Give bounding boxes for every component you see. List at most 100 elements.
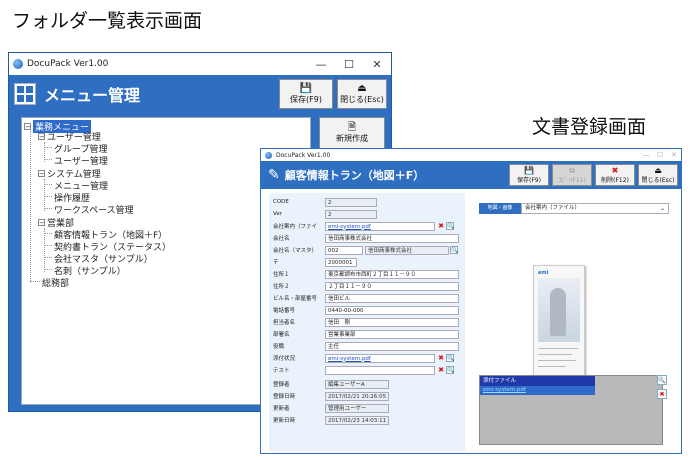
preview-select[interactable]: 会社案内（ファイル） ⌄ [521,203,669,214]
window-title-text: DocuPack Ver1.00 [27,59,109,69]
close-window-button[interactable]: ✕ [667,151,681,159]
zip-row: 〒 2000001 [269,257,357,267]
creator-field: 編集ユーザーA [325,379,389,389]
document-preview: emi [533,265,585,379]
department-field[interactable]: 営業事業部 [325,329,459,339]
edit-pen-icon: ✎ [268,167,280,183]
ver-field: 2 [325,209,377,219]
close-door-icon: ⏏ [654,166,662,175]
person-field[interactable]: 信田 剛 [325,317,459,327]
company-file-link[interactable]: emi-system.pdf [325,221,435,231]
copy-icon: ⧉ [569,166,575,175]
tree-node-general-affairs[interactable]: 総務部 [42,276,69,289]
collapse-icon[interactable]: − [38,170,45,178]
new-create-button[interactable]: 🗎 新規作成 [319,117,385,149]
clear-icon[interactable]: ✖ [437,354,445,362]
copy-button[interactable]: ⧉ ｺﾋﾟｰ(F11) [552,164,592,186]
close-window-button[interactable]: ✕ [363,58,391,71]
company-master-name-field: 信田商事株式会社 [365,245,449,255]
app-icon [13,59,23,69]
save-button[interactable]: 💾 保存(F9) [509,164,549,186]
phone-field[interactable]: 0440-00-000 [325,305,459,315]
customer-form: CODE 2 Ver 2 会社案内（ファイ emi-system.pdf ✖ 🔍… [269,193,465,451]
building-field[interactable]: 信田ビル [325,293,459,303]
app-icon [265,151,272,159]
folder-view-caption: フォルダ一覧表示画面 [12,10,203,32]
position-row: 役職 主任 [269,341,459,351]
company-master-row: 会社名（マスタ） 002 信田商事株式会社 🔍 [273,245,459,255]
search-icon[interactable]: 🔍 [446,354,454,362]
close-button-label: 閉じる(Esc) [340,95,384,104]
search-icon[interactable]: 🔍 [446,222,454,230]
new-create-label: 新規作成 [336,134,368,143]
search-icon[interactable]: 🔍 [446,366,454,374]
code-field: 2 [325,197,377,207]
tree-node-workspace-mgmt[interactable]: ワークスペース管理 [54,203,134,216]
updater-row: 更新者 管理用ユーザー [269,403,389,413]
collapse-icon[interactable]: − [38,133,45,141]
maximize-button[interactable]: ☐ [653,151,667,159]
department-row: 部署名 営業事業部 [269,329,459,339]
company-master-code-field[interactable]: 002 [325,245,363,255]
clear-icon[interactable]: ✖ [437,366,445,374]
zip-field[interactable]: 2000001 [325,257,357,267]
address2-field[interactable]: ２丁目１１－９０ [325,281,459,291]
clear-icon[interactable]: ✖ [437,222,445,230]
created-row: 登録日時 2017/02/21 20:26:05 [269,391,389,401]
delete-attachment-icon[interactable]: ✖ [657,389,667,399]
new-document-icon: 🗎 [347,122,357,133]
search-icon[interactable]: 🔍 [657,375,667,385]
form-body: CODE 2 Ver 2 会社案内（ファイ emi-system.pdf ✖ 🔍… [261,189,681,453]
window-title-text: DocuPack Ver1.00 [276,151,331,159]
collapse-icon[interactable]: − [24,123,31,131]
save-button[interactable]: 💾 保存(F9) [279,79,333,109]
window-titlebar: DocuPack Ver1.00 — ☐ ✕ [9,53,391,75]
close-door-icon: ⏏ [357,83,367,94]
updated-row: 更新日時 2017/02/23 14:03:11 [269,415,389,425]
created-field: 2017/02/21 20:26:05 [325,391,389,401]
page-title: 顧客情報トラン（地図＋F） [284,169,425,182]
window-header: ✎ 顧客情報トラン（地図＋F） 💾 保存(F9) ⧉ ｺﾋﾟｰ(F11) ✖ 削… [261,161,681,189]
attachment-list: 添付ファイル emi-system.pdf [479,375,663,445]
save-button-label: 保存(F9) [290,95,322,104]
collapse-icon[interactable]: − [38,219,45,227]
attachment-link[interactable]: emi-system.pdf [325,353,435,363]
address2-row: 住所２ ２丁目１１－９０ [269,281,459,291]
company-name-field[interactable]: 信田商事株式会社 [325,233,459,243]
test-row: テスト ✖ 🔍 [273,365,455,375]
ver-row: Ver 2 [269,209,377,219]
save-icon: 💾 [299,83,313,94]
minimize-button[interactable]: — [307,58,335,71]
preview-brand-text: emi [538,270,549,276]
preview-selector: 地図・画像 会社案内（ファイル） ⌄ [479,203,669,214]
address1-row: 住所１ 東京都調布市西町２丁目１１－９０ [269,269,459,279]
attachment-file-row[interactable]: emi-system.pdf [480,386,595,395]
preview-image [538,278,580,342]
tree-node-user-mgmt-child[interactable]: ユーザー管理 [54,154,108,167]
map-image-tab[interactable]: 地図・画像 [479,203,521,214]
attachment-row: 添付状況 emi-system.pdf ✖ 🔍 [273,353,455,363]
test-field[interactable] [325,365,435,375]
address1-field[interactable]: 東京都調布市西町２丁目１１－９０ [325,269,459,279]
search-icon[interactable]: 🔍 [450,246,458,254]
code-row: CODE 2 [269,197,377,207]
position-field[interactable]: 主任 [325,341,459,351]
page-title: メニュー管理 [44,86,141,105]
menu-icon [14,83,36,105]
person-row: 担当者名 信田 剛 [269,317,459,327]
attachment-header: 添付ファイル [480,376,595,386]
chevron-down-icon: ⌄ [659,205,665,212]
minimize-button[interactable]: — [639,151,653,159]
building-row: ビル名・部屋番号 信田ビル [269,293,459,303]
company-file-row: 会社案内（ファイ emi-system.pdf ✖ 🔍 [273,221,455,231]
close-button[interactable]: ⏏ 閉じる(Esc) [337,79,387,109]
creator-row: 登録者 編集ユーザーA [269,379,389,389]
delete-icon: ✖ [611,166,619,175]
window-header: メニュー管理 💾 保存(F9) ⏏ 閉じる(Esc) [9,75,391,113]
company-name-row: 会社名 信田商事株式会社 [269,233,459,243]
maximize-button[interactable]: ☐ [335,58,363,71]
delete-button[interactable]: ✖ 削除(F12) [595,164,635,186]
window-titlebar: DocuPack Ver1.00 — ☐ ✕ [261,149,681,161]
close-button[interactable]: ⏏ 閉じる(Esc) [638,164,678,186]
updated-field: 2017/02/23 14:03:11 [325,415,389,425]
